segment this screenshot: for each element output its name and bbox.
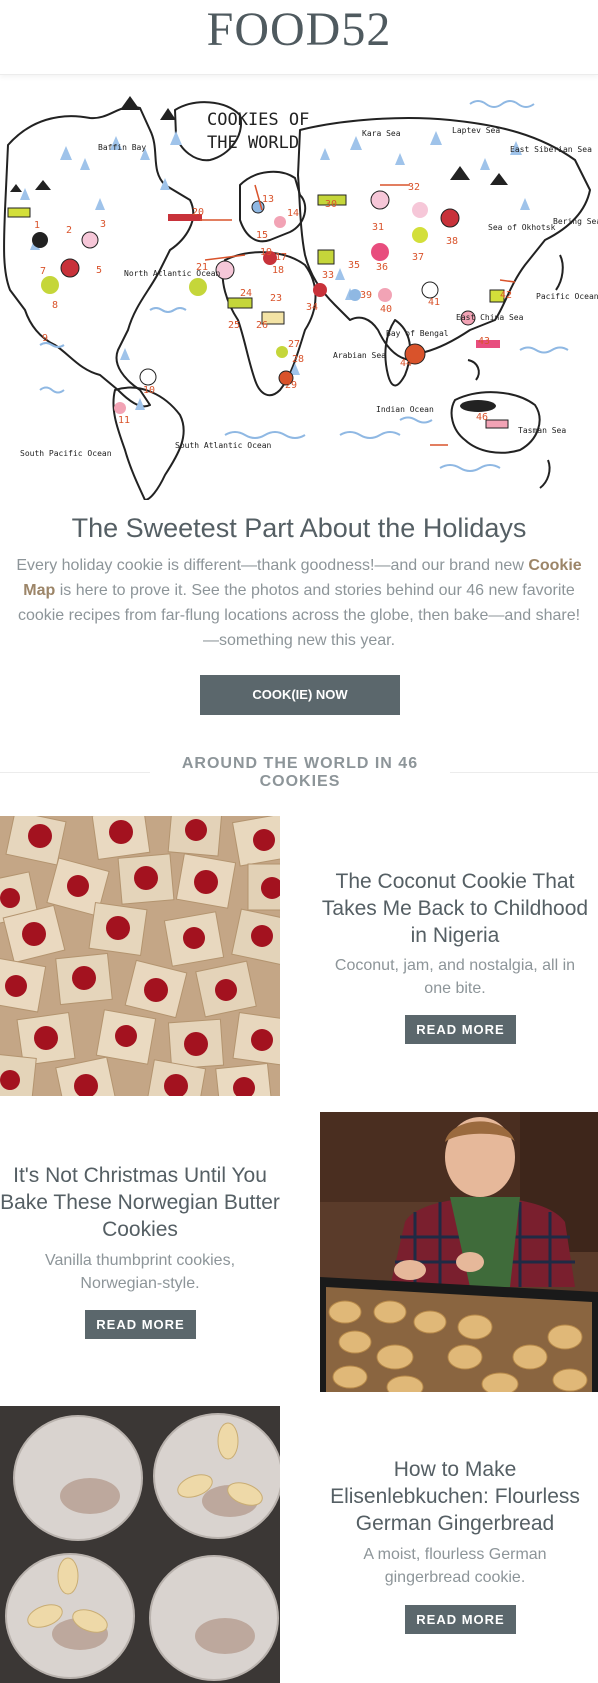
svg-text:24: 24 [240, 288, 252, 299]
label-bay-of-bengal: Bay of Bengal [386, 329, 449, 338]
hero-body: Every holiday cookie is different—thank … [14, 553, 584, 653]
svg-text:10: 10 [143, 385, 155, 396]
header: FOOD52 [0, 0, 598, 75]
map-title-line2: THE WORLD [207, 133, 299, 153]
svg-text:9: 9 [42, 333, 48, 344]
label-east-siberian-sea: East Siberian Sea [510, 145, 592, 154]
svg-text:30: 30 [325, 199, 337, 210]
article-image-elisenlebkuchen[interactable] [0, 1406, 280, 1683]
article-desc-3: A moist, flourless German gingerbread co… [363, 1546, 547, 1586]
article-title-1[interactable]: The Coconut Cookie That Takes Me Back to… [320, 868, 590, 949]
svg-text:1: 1 [34, 220, 40, 231]
cookie-world-map[interactable]: 123 578 9 10 11 13 14 15 17 18 19 20 21 23 24 25 2… [0, 90, 598, 500]
svg-text:27: 27 [288, 339, 300, 350]
svg-text:36: 36 [376, 262, 388, 273]
svg-text:20: 20 [192, 207, 204, 218]
label-baffin-bay: Baffin Bay [98, 143, 146, 152]
label-arabian-sea: Arabian Sea [333, 351, 386, 360]
label-south-pacific: South Pacific Ocean [20, 449, 112, 458]
svg-text:7: 7 [40, 266, 46, 277]
hero-body-text-1: Every holiday cookie is different—thank … [16, 557, 524, 574]
read-more-button-2[interactable]: READ MORE [85, 1310, 196, 1339]
article-image-coconut-cookies[interactable] [0, 816, 280, 1096]
label-bering-sea: Bering Sea [553, 217, 598, 226]
svg-text:19: 19 [260, 247, 272, 258]
svg-text:5: 5 [96, 265, 102, 276]
svg-text:44: 44 [400, 358, 412, 369]
svg-text:33: 33 [322, 270, 334, 281]
section-divider-right [450, 772, 598, 773]
hero-body-text-2: is here to prove it. See the photos and … [17, 582, 581, 649]
map-title-line1: COOKIES OF [207, 110, 309, 130]
svg-text:3: 3 [100, 219, 106, 230]
svg-text:39: 39 [360, 290, 372, 301]
label-east-china-sea: East China Sea [456, 313, 524, 322]
svg-text:46: 46 [476, 412, 488, 423]
svg-text:41: 41 [428, 297, 440, 308]
hero-title: The Sweetest Part About the Holidays [71, 513, 527, 543]
article-image-norwegian-cookies[interactable] [320, 1112, 598, 1392]
label-laptev-sea: Laptev Sea [452, 126, 500, 135]
svg-text:26: 26 [256, 320, 268, 331]
svg-text:29: 29 [285, 380, 297, 391]
label-sea-of-okhotsk: Sea of Okhotsk [488, 223, 556, 232]
article-desc-2: Vanilla thumbprint cookies, Norwegian-st… [44, 1252, 236, 1292]
svg-text:38: 38 [446, 236, 458, 247]
article-title-3[interactable]: How to Make Elisenlebkuchen: Flourless G… [320, 1456, 590, 1537]
svg-text:17: 17 [275, 252, 287, 263]
read-more-button-3[interactable]: READ MORE [405, 1605, 516, 1634]
svg-text:34: 34 [306, 302, 318, 313]
svg-text:25: 25 [228, 320, 240, 331]
section-title: AROUND THE WORLD IN 46 COOKIES [181, 755, 419, 790]
section-divider-left [0, 772, 150, 773]
label-kara-sea: Kara Sea [362, 129, 401, 138]
svg-text:14: 14 [287, 208, 299, 219]
article-title-2[interactable]: It's Not Christmas Until You Bake These … [0, 1162, 280, 1243]
label-north-atlantic: North Atlantic Ocean [124, 269, 221, 278]
svg-text:42: 42 [500, 290, 512, 301]
svg-text:11: 11 [118, 415, 130, 426]
read-more-button-1[interactable]: READ MORE [405, 1015, 516, 1044]
label-pacific-ocean: Pacific Ocean [536, 292, 598, 301]
svg-text:15: 15 [256, 230, 268, 241]
svg-text:35: 35 [348, 260, 360, 271]
svg-text:8: 8 [52, 300, 58, 311]
label-indian-ocean: Indian Ocean [376, 405, 434, 414]
label-tasman-sea: Tasman Sea [518, 426, 566, 435]
svg-text:37: 37 [412, 252, 424, 263]
svg-text:18: 18 [272, 265, 284, 276]
svg-text:43: 43 [478, 336, 490, 347]
world-map-illustration: 1 23 578 91011 131415 171819 202123 2425 2… [3, 96, 598, 500]
food52-logo[interactable]: FOOD52 [0, 4, 598, 56]
svg-text:31: 31 [372, 222, 384, 233]
article-desc-1: Coconut, jam, and nostalgia, all in one … [334, 957, 576, 997]
svg-text:23: 23 [270, 293, 282, 304]
svg-text:40: 40 [380, 304, 392, 315]
cookie-now-button[interactable]: COOK(IE) NOW [200, 675, 400, 715]
svg-text:32: 32 [408, 182, 420, 193]
svg-text:28: 28 [292, 354, 304, 365]
label-south-atlantic: South Atlantic Ocean [175, 441, 272, 450]
svg-text:2: 2 [66, 225, 72, 236]
svg-text:13: 13 [262, 194, 274, 205]
